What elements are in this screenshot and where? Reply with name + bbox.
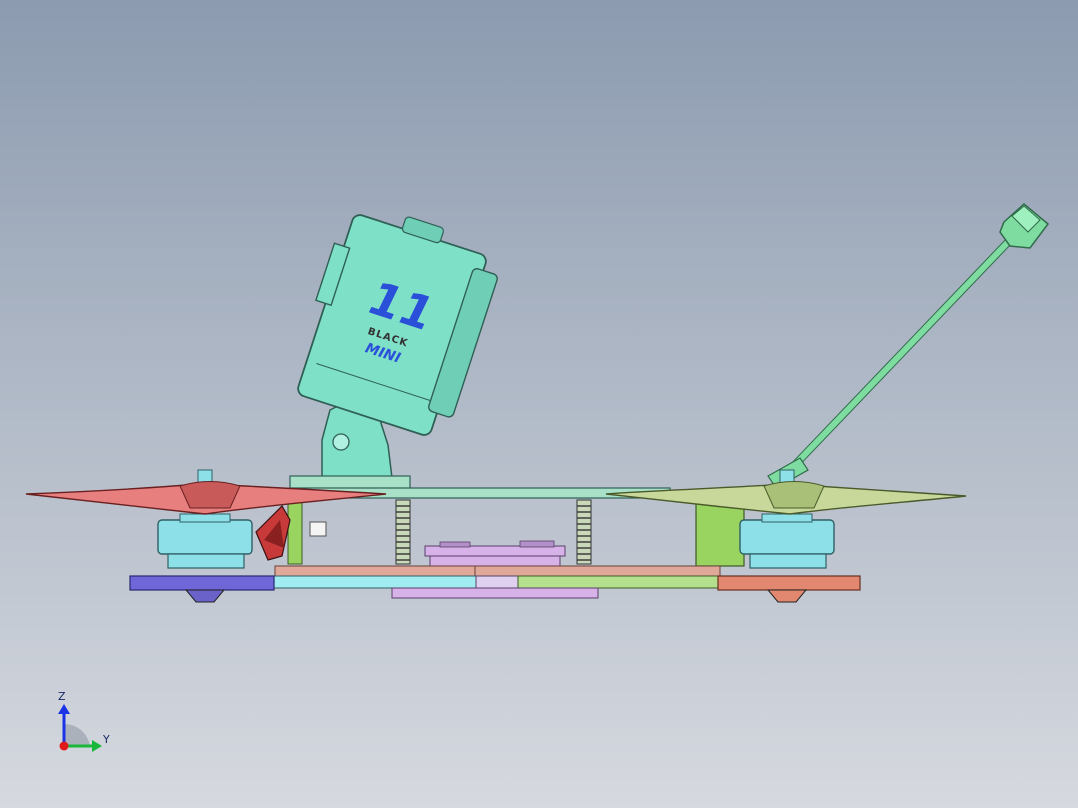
x-axis-icon xyxy=(59,741,69,751)
front-arm[interactable] xyxy=(129,575,275,591)
cad-viewport[interactable]: 11 BLACK MINI Z Y xyxy=(0,0,1078,808)
viewport-background xyxy=(0,0,1078,808)
z-axis-label: Z xyxy=(58,690,66,703)
damper-spring-right xyxy=(576,499,592,565)
drone-side-view: 11 BLACK MINI Z Y xyxy=(0,0,1078,808)
y-axis-label: Y xyxy=(102,733,110,746)
rear-arm[interactable] xyxy=(717,575,861,591)
damper-spring-left xyxy=(395,499,411,565)
